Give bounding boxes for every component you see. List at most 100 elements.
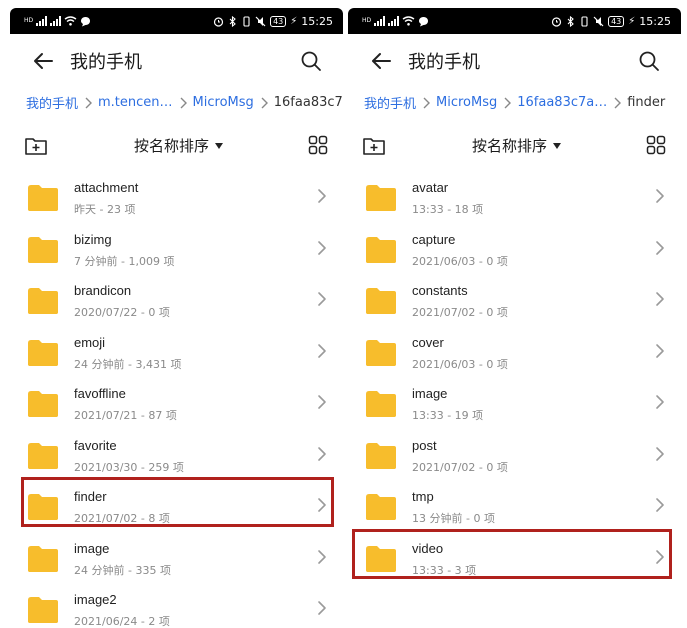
chevron-right-icon (656, 549, 664, 564)
folder-icon (366, 442, 396, 469)
page-title: 我的手机 (408, 52, 480, 73)
chevron-right-icon (504, 97, 512, 108)
folder-icon (28, 391, 58, 417)
folder-row[interactable]: cover 2021/06/03 - 0 项 (348, 325, 681, 377)
folder-icon (366, 339, 396, 366)
breadcrumb-item[interactable]: m.tencen… (98, 95, 173, 110)
folder-icon (366, 185, 396, 211)
new-folder-icon[interactable] (24, 136, 48, 156)
chevron-right-icon (180, 97, 187, 108)
folder-meta: 13:33 - 19 项 (412, 409, 484, 422)
chevron-right-icon (318, 601, 326, 615)
folder-name: favorite (74, 437, 117, 453)
folder-icon (28, 185, 58, 211)
signal-icon (374, 16, 386, 26)
folder-icon (28, 442, 58, 469)
new-folder-icon[interactable] (362, 136, 386, 156)
folder-row[interactable]: constants 2021/07/02 - 0 项 (348, 273, 681, 325)
chevron-right-icon (656, 240, 664, 255)
grid-view-icon[interactable] (646, 135, 666, 155)
breadcrumb-item[interactable]: MicroMsg (436, 95, 497, 110)
vibrate-icon (243, 15, 250, 27)
folder-meta: 13 分钟前 - 0 项 (412, 512, 495, 525)
chevron-right-icon (656, 498, 664, 512)
breadcrumb-item[interactable]: 16faa83c7a… (517, 95, 607, 110)
bluetooth-icon (229, 15, 236, 27)
folder-name: post (412, 437, 437, 453)
page-title: 我的手机 (70, 52, 142, 73)
folder-name: bizimg (74, 231, 112, 247)
folder-row[interactable]: image2 2021/06/24 - 2 项 (10, 582, 343, 628)
folder-row[interactable]: video 13:33 - 3 项 (348, 528, 681, 583)
charging-icon: ⚡ (628, 15, 636, 27)
search-icon[interactable] (638, 50, 660, 72)
folder-meta: 2021/03/30 - 259 项 (74, 460, 184, 474)
folder-row[interactable]: favoffline 2021/07/21 - 87 项 (10, 376, 343, 428)
sort-button[interactable]: 按名称排序 (134, 135, 224, 156)
folder-row[interactable]: post 2021/07/02 - 0 项 (348, 428, 681, 480)
breadcrumb-current: 16faa83c7a… (273, 95, 343, 110)
grid-view-icon[interactable] (308, 135, 328, 155)
chevron-right-icon (318, 343, 326, 358)
folder-icon (366, 391, 396, 417)
folder-meta: 昨天 - 23 项 (74, 203, 136, 216)
chevron-right-icon (656, 189, 664, 203)
folder-icon (28, 236, 58, 263)
breadcrumb-item[interactable]: 我的手机 (364, 93, 416, 112)
app-bar: 我的手机 (348, 44, 681, 78)
chevron-right-icon (423, 97, 431, 108)
search-icon[interactable] (300, 50, 322, 72)
highlight-box (352, 528, 672, 579)
folder-row[interactable]: finder 2021/07/02 - 8 项 (10, 477, 343, 531)
signal-icon (36, 16, 48, 26)
folder-icon (28, 597, 58, 623)
folder-row[interactable]: bizimg 7 分钟前 - 1,009 项 (10, 222, 343, 274)
battery-icon: 43 (270, 15, 287, 27)
breadcrumb-item[interactable]: MicroMsg (193, 95, 254, 110)
chevron-right-icon (318, 395, 326, 409)
folder-meta: 2021/07/02 - 8 项 (74, 512, 170, 525)
folder-meta: 2021/07/02 - 0 项 (412, 306, 508, 319)
folder-meta: 24 分钟前 - 3,431 项 (74, 357, 182, 371)
folder-row[interactable]: attachment 昨天 - 23 项 (10, 170, 343, 222)
sort-label: 按名称排序 (472, 137, 548, 155)
folder-row[interactable]: tmp 13 分钟前 - 0 项 (348, 479, 681, 531)
folder-meta: 2021/06/03 - 0 项 (412, 357, 508, 371)
message-icon (81, 16, 91, 26)
back-arrow-icon[interactable] (32, 52, 54, 70)
chevron-right-icon (318, 549, 326, 564)
folder-row[interactable]: capture 2021/06/03 - 0 项 (348, 222, 681, 274)
status-bar: HD 43 ⚡ 15:25 (10, 8, 343, 34)
folder-meta: 7 分钟前 - 1,009 项 (74, 254, 175, 268)
chevron-right-icon (318, 292, 326, 306)
back-arrow-icon[interactable] (370, 52, 392, 70)
folder-row[interactable]: image 13:33 - 19 项 (348, 376, 681, 428)
battery-icon: 43 (608, 15, 625, 27)
caret-down-icon (553, 142, 562, 149)
signal-icon (50, 16, 62, 26)
toolbar: 按名称排序 (10, 132, 343, 160)
chevron-right-icon (656, 395, 664, 409)
phone-screen-left: HD 43 ⚡ 15:25 我的手机 我的手机 m.tencen… MicroMsg… (10, 0, 343, 628)
status-right: 43 ⚡ 15:25 (213, 12, 333, 30)
chevron-right-icon (318, 498, 326, 512)
chevron-right-icon (656, 343, 664, 358)
app-bar: 我的手机 (10, 44, 343, 78)
sort-button[interactable]: 按名称排序 (472, 135, 562, 156)
folder-row[interactable]: emoji 24 分钟前 - 3,431 项 (10, 325, 343, 377)
folder-icon (28, 288, 58, 314)
breadcrumb-item[interactable]: 我的手机 (26, 93, 78, 112)
bluetooth-icon (567, 15, 574, 27)
folder-row[interactable]: avatar 13:33 - 18 项 (348, 170, 681, 222)
signal-indicators: HD (362, 14, 429, 28)
wifi-icon (64, 16, 77, 26)
file-list: attachment 昨天 - 23 项 bizimg 7 分钟前 - 1,009 项… (10, 170, 343, 628)
folder-meta: 13:33 - 3 项 (412, 563, 477, 577)
folder-row[interactable]: favorite 2021/03/30 - 259 项 (10, 428, 343, 480)
folder-name: finder (74, 489, 107, 504)
chevron-right-icon (261, 97, 268, 108)
folder-row[interactable]: image 24 分钟前 - 335 项 (10, 531, 343, 583)
folder-name: cover (412, 334, 444, 350)
folder-name: constants (412, 283, 468, 298)
folder-row[interactable]: brandicon 2020/07/22 - 0 项 (10, 273, 343, 325)
